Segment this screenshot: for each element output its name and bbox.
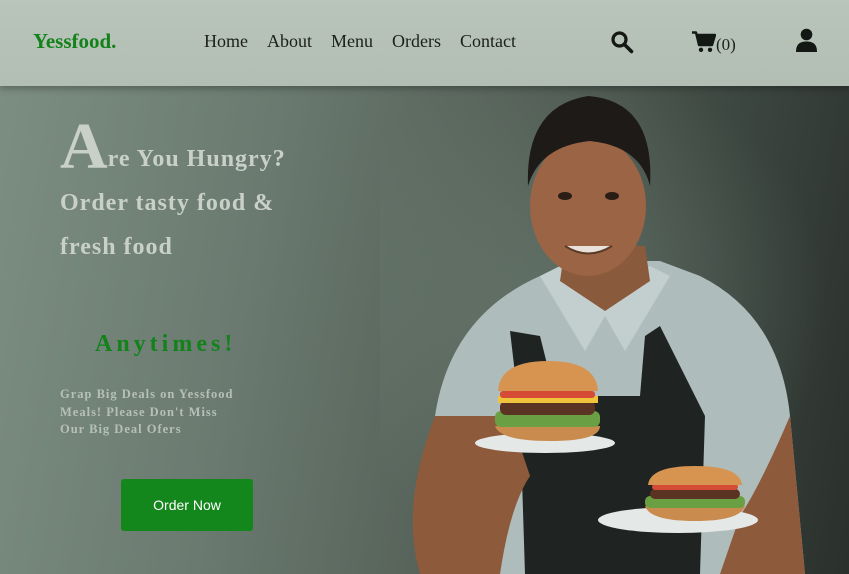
cart-button[interactable]: (0) [692,29,736,55]
nav-link-about[interactable]: About [267,31,312,52]
cart-icon [692,31,716,52]
navbar: Yessfood. Home About Menu Orders Contact… [0,0,849,86]
order-now-button[interactable]: Order Now [121,479,253,531]
search-icon[interactable] [610,30,634,54]
chef-with-burgers-image [412,96,805,574]
cart-count: (0) [716,35,736,54]
headline-initial: A [60,110,108,183]
nav-link-orders[interactable]: Orders [392,31,441,52]
hero-section: Are You Hungry? Order tasty food & fresh… [0,86,849,574]
hero-subtext: Grap Big Deals on Yessfood Meals! Please… [60,387,234,436]
hero-highlight: Anytimes! [95,331,237,357]
logo[interactable]: Yessfood. [33,29,116,54]
nav-links: Home About Menu Orders Contact [204,31,535,52]
user-icon[interactable] [796,28,817,52]
nav-link-home[interactable]: Home [204,31,248,52]
nav-link-menu[interactable]: Menu [331,31,373,52]
nav-link-contact[interactable]: Contact [460,31,516,52]
hero-headline: Are You Hungry? Order tasty food & fresh… [60,114,290,269]
